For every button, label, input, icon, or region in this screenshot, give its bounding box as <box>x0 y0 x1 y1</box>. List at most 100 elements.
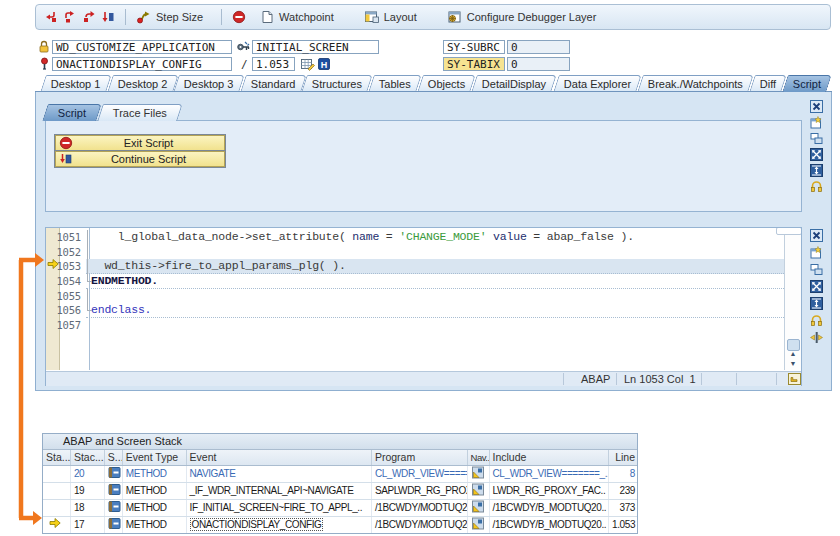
continue-script-button[interactable]: Continue Script <box>55 151 225 167</box>
screen-key-icon <box>236 40 251 54</box>
continue-script-label: Continue Script <box>73 153 224 165</box>
help-icon[interactable]: H <box>317 57 331 71</box>
step-return-icon[interactable] <box>82 10 96 24</box>
expand-vertical-icon[interactable] <box>810 297 824 311</box>
editor-vertical-scrollbar[interactable]: ▲ ▼ <box>784 228 801 370</box>
annotation-arrow <box>0 0 60 536</box>
swap-windows-icon[interactable] <box>810 263 824 277</box>
watchpoint-button[interactable]: Watchpoint <box>279 11 334 23</box>
step-over-icon[interactable] <box>63 10 77 24</box>
sy-subrc-field[interactable]: SY-SUBRC <box>443 40 505 54</box>
tab-desktop-3[interactable]: Desktop 3 <box>173 75 244 92</box>
column-header[interactable]: Nav... <box>468 450 490 465</box>
stack-table-title: ABAP and Screen Stack <box>43 434 637 450</box>
tab-diff[interactable]: Diff <box>749 75 787 92</box>
stack-table-header: Sta...Stac...S...Event TypeEventProgramN… <box>43 450 637 466</box>
tab-standard[interactable]: Standard <box>240 75 306 92</box>
tab-desktop-2[interactable]: Desktop 2 <box>107 75 178 92</box>
debugger-window: Step Size Watchpoint Layout Configure De… <box>0 0 840 536</box>
toolbar-separator <box>221 9 222 25</box>
event-field[interactable]: ONACTIONDISPLAY_CONFIG <box>52 57 232 71</box>
method-icon <box>108 500 121 513</box>
configure-debugger-layer-icon[interactable] <box>447 10 462 24</box>
line-field[interactable]: 1.053 <box>252 57 295 71</box>
stack-row-18[interactable]: 18METHODIF_INITIAL_SCREEN~FIRE_TO_APPL_.… <box>43 500 637 517</box>
layout-button[interactable]: Layout <box>384 11 417 23</box>
tab-break-watchpoints[interactable]: Break./Watchpoints <box>637 75 753 92</box>
column-header[interactable]: Event Type <box>123 450 187 465</box>
tab-tables[interactable]: Tables <box>369 75 422 92</box>
sy-subrc-value: 0 <box>507 40 570 54</box>
code-line-1055[interactable]: 1055 <box>46 289 784 304</box>
navigate-icon[interactable] <box>471 517 485 530</box>
stop-icon <box>59 136 73 150</box>
code-editor[interactable]: 1051 l_global_data_node->set_attribute( … <box>46 228 801 370</box>
continue-script-icon <box>59 152 73 166</box>
tab-objects[interactable]: Objects <box>417 75 476 92</box>
stack-row-20[interactable]: 20METHODNAVIGATECL_WDR_VIEW=======_..CL_… <box>43 466 637 483</box>
step-size-icon[interactable] <box>136 10 151 24</box>
scroll-down-button[interactable]: ▼ <box>787 359 799 369</box>
stack-row-19[interactable]: 19METHOD_IF_WDR_INTERNAL_API~NAVIGATESAP… <box>43 483 637 500</box>
splitter-handle[interactable] <box>776 228 801 235</box>
expand-vertical-icon[interactable] <box>810 164 824 178</box>
sy-tabix-value: 0 <box>507 57 570 71</box>
scroll-up-button[interactable]: ▲ <box>787 349 799 359</box>
column-header[interactable]: Event <box>187 450 372 465</box>
stop-icon[interactable] <box>232 10 246 24</box>
headset-icon[interactable] <box>810 314 824 328</box>
code-line-1054[interactable]: 1054ENDMETHOD. <box>46 274 784 289</box>
swap-windows-icon[interactable] <box>810 132 824 146</box>
continue-icon[interactable] <box>101 10 115 24</box>
toolbar-separator <box>125 9 126 25</box>
column-header[interactable]: Line <box>609 450 637 465</box>
status-position: Ln 1053 Col 1 <box>624 373 696 385</box>
fullscreen-icon[interactable] <box>810 280 824 294</box>
code-line-1051[interactable]: 1051 l_global_data_node->set_attribute( … <box>46 230 784 245</box>
method-icon <box>108 483 121 496</box>
step-size-button[interactable]: Step Size <box>156 11 203 23</box>
watchpoint-icon[interactable] <box>261 10 274 24</box>
navigate-icon[interactable] <box>471 500 485 513</box>
column-header[interactable]: Include <box>490 450 610 465</box>
column-header[interactable]: Program <box>372 450 468 465</box>
column-header[interactable]: Stac... <box>71 450 105 465</box>
breakpoint-mode-icon[interactable] <box>810 331 824 345</box>
svg-text:H: H <box>321 60 328 70</box>
sy-tabix-field[interactable]: SY-TABIX <box>443 57 505 71</box>
close-icon[interactable] <box>810 229 824 243</box>
new-window-icon[interactable] <box>810 246 824 260</box>
navigate-icon[interactable] <box>471 483 485 496</box>
method-icon <box>108 517 121 530</box>
method-icon <box>108 466 121 479</box>
script-tabstrip: ScriptTrace Files <box>45 104 181 121</box>
application-field[interactable]: WD_CUSTOMIZE_APPLICATION <box>52 40 232 54</box>
abap-stack-table: ABAP and Screen Stack Sta...Stac...S...E… <box>42 433 638 534</box>
code-line-1056[interactable]: 1056endclass. <box>46 303 784 318</box>
tab-detaildisplay[interactable]: DetailDisplay <box>472 75 558 92</box>
layout-icon[interactable] <box>364 10 379 24</box>
code-line-1052[interactable]: 1052 <box>46 245 784 260</box>
column-header[interactable]: S... <box>105 450 123 465</box>
page-icon[interactable] <box>787 372 802 386</box>
configure-debugger-layer-button[interactable]: Configure Debugger Layer <box>467 11 597 23</box>
screen-field[interactable]: INITIAL_SCREEN <box>252 40 379 54</box>
tab-structures[interactable]: Structures <box>301 75 373 92</box>
toolbar: Step Size Watchpoint Layout Configure De… <box>35 4 831 30</box>
headset-icon[interactable] <box>810 180 824 194</box>
code-editor-panel: 1051 l_global_data_node->set_attribute( … <box>45 227 802 386</box>
exit-script-label: Exit Script <box>73 137 224 149</box>
stack-row-17[interactable]: 17METHODONACTIONDISPLAY_CONFIG/1BCWDY/MO… <box>43 517 637 533</box>
exit-script-button[interactable]: Exit Script <box>55 135 225 151</box>
close-icon[interactable] <box>810 100 824 114</box>
tab-script[interactable]: Script <box>42 104 102 121</box>
table-edit-icon[interactable] <box>300 57 315 71</box>
tab-script[interactable]: Script <box>782 75 832 92</box>
tab-data-explorer[interactable]: Data Explorer <box>553 75 642 92</box>
fullscreen-icon[interactable] <box>810 148 824 162</box>
tab-trace-files[interactable]: Trace Files <box>97 104 183 121</box>
code-line-1053[interactable]: 1053 wd_this->fire_to_appl_params_plg( )… <box>46 259 784 274</box>
code-line-1057[interactable]: 1057 <box>46 318 784 333</box>
new-window-icon[interactable] <box>810 116 824 130</box>
navigate-icon[interactable] <box>471 466 485 479</box>
